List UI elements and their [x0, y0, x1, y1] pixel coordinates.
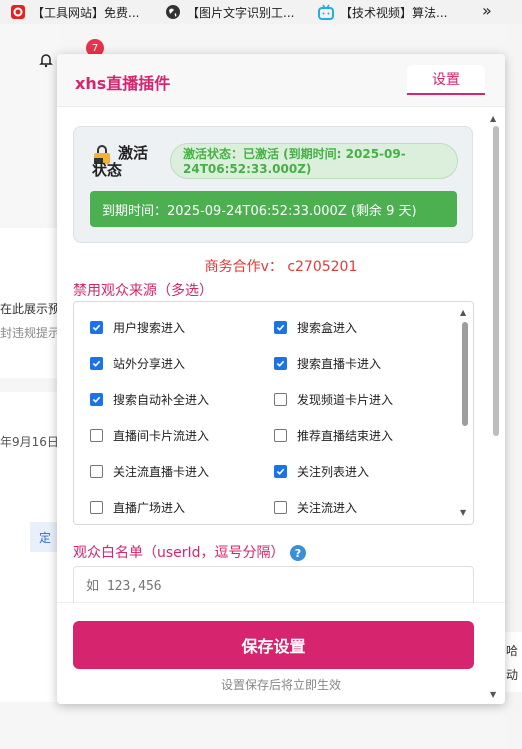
- source-option[interactable]: 搜索盒进入: [274, 319, 357, 336]
- checkbox[interactable]: [274, 357, 287, 370]
- source-option[interactable]: 关注流直播卡进入: [90, 463, 209, 480]
- activation-card: 激活状态 激活状态：已激活 (到期时间: 2025-09-24T06:52:33…: [73, 126, 473, 243]
- source-option-label: 关注流进入: [297, 501, 358, 515]
- scroll-up-icon[interactable]: ▲: [490, 114, 496, 123]
- source-option-label: 站外分享进入: [113, 357, 186, 371]
- list-scrollbar[interactable]: ▲ ▼: [460, 308, 470, 520]
- source-option[interactable]: 直播广场进入: [90, 499, 185, 516]
- red-square-icon: [10, 4, 26, 20]
- checkbox[interactable]: [274, 321, 287, 334]
- popup-scrollbar[interactable]: ▲ ▼: [490, 114, 500, 704]
- checkbox[interactable]: [90, 393, 103, 406]
- save-button[interactable]: 保存设置: [73, 621, 474, 669]
- popup-footer: 保存设置 设置保存后将立即生效: [57, 602, 505, 704]
- checkbox[interactable]: [90, 501, 103, 514]
- background-button[interactable]: 定: [30, 522, 60, 552]
- background-text: 封违规提示: [0, 326, 61, 340]
- background-text: 在此展示预: [0, 302, 61, 316]
- source-option-label: 推荐直播结束进入: [297, 429, 394, 443]
- globe-icon: [165, 4, 181, 20]
- bookmarks-bar: 【工具网站】免费... 【图片文字识别工... 【技术视频】算法... »: [0, 0, 522, 24]
- source-option[interactable]: 站外分享进入: [90, 355, 185, 372]
- bilibili-tv-icon: [318, 4, 334, 20]
- scroll-up-icon[interactable]: ▲: [460, 308, 466, 317]
- source-option[interactable]: 用户搜索进入: [90, 319, 185, 336]
- bookmark-label: 【技术视频】算法...: [340, 5, 448, 20]
- checkbox[interactable]: [90, 465, 103, 478]
- business-contact: 商务合作v： c2705201: [204, 259, 358, 275]
- bookmark-label: 【图片文字识别工...: [187, 5, 295, 20]
- source-option[interactable]: 直播间卡片流进入: [90, 427, 209, 444]
- popup-title: xhs直播插件: [75, 74, 171, 93]
- sources-title: 禁用观众来源（多选）: [73, 283, 213, 299]
- source-option-label: 搜索直播卡进入: [297, 357, 382, 371]
- source-option[interactable]: 关注流进入: [274, 499, 357, 516]
- source-option[interactable]: 搜索自动补全进入: [90, 391, 209, 408]
- whitelist-title: 观众白名单（userId，逗号分隔）: [73, 545, 285, 561]
- checkbox[interactable]: [90, 357, 103, 370]
- help-icon[interactable]: ?: [290, 545, 306, 561]
- source-option[interactable]: 发现频道卡片进入: [274, 391, 393, 408]
- source-option-label: 关注流直播卡进入: [113, 465, 210, 479]
- tab-settings[interactable]: 设置: [407, 65, 485, 95]
- activation-label: 激活状态: [92, 144, 149, 179]
- source-option-label: 关注列表进入: [297, 465, 370, 479]
- scroll-thumb[interactable]: [462, 322, 468, 426]
- bookmark-tools[interactable]: 【工具网站】免费...: [10, 0, 139, 24]
- checkbox[interactable]: [90, 429, 103, 442]
- bookmark-ocr[interactable]: 【图片文字识别工...: [165, 0, 294, 24]
- checkbox[interactable]: [274, 429, 287, 442]
- background-card: [505, 632, 522, 692]
- background-date: 年9月16日: [0, 435, 59, 449]
- source-option-label: 发现频道卡片进入: [297, 393, 394, 407]
- save-hint: 设置保存后将立即生效: [220, 678, 341, 692]
- bookmarks-overflow-icon[interactable]: »: [482, 0, 492, 22]
- checkbox[interactable]: [274, 501, 287, 514]
- bell-icon[interactable]: [38, 52, 54, 68]
- source-option-label: 直播间卡片流进入: [113, 429, 210, 443]
- popup-header: xhs直播插件 设置: [57, 54, 505, 107]
- scroll-down-icon[interactable]: ▼: [460, 508, 466, 517]
- scroll-thumb[interactable]: [493, 126, 499, 436]
- checkbox[interactable]: [274, 393, 287, 406]
- scroll-down-icon[interactable]: ▼: [490, 690, 496, 699]
- extension-popup: xhs直播插件 设置 激活状态 激活状态：已激活 (到期时间: 2025-09-…: [57, 54, 505, 704]
- activation-status-badge: 激活状态：已激活 (到期时间: 2025-09-24T06:52:33.000Z…: [170, 143, 458, 179]
- background-text: 哈: [506, 644, 519, 658]
- whitelist-input[interactable]: [73, 566, 474, 606]
- bookmark-video[interactable]: 【技术视频】算法...: [318, 0, 447, 24]
- source-option[interactable]: 关注列表进入: [274, 463, 369, 480]
- source-option-label: 直播广场进入: [113, 501, 186, 515]
- source-option-label: 用户搜索进入: [113, 321, 186, 335]
- background-text: 动: [506, 668, 519, 682]
- source-option[interactable]: 推荐直播结束进入: [274, 427, 393, 444]
- source-option[interactable]: 搜索直播卡进入: [274, 355, 381, 372]
- source-checkbox-list[interactable]: 用户搜索进入 搜索盒进入 站外分享进入 搜索直播卡进入 搜索自动补全进入 发现频…: [73, 301, 474, 525]
- checkbox[interactable]: [274, 465, 287, 478]
- source-option-label: 搜索自动补全进入: [113, 393, 210, 407]
- checkbox[interactable]: [90, 321, 103, 334]
- source-option-label: 搜索盒进入: [297, 321, 358, 335]
- expiry-bar: 到期时间：2025-09-24T06:52:33.000Z (剩余 9 天): [90, 191, 457, 227]
- bookmark-label: 【工具网站】免费...: [32, 5, 140, 20]
